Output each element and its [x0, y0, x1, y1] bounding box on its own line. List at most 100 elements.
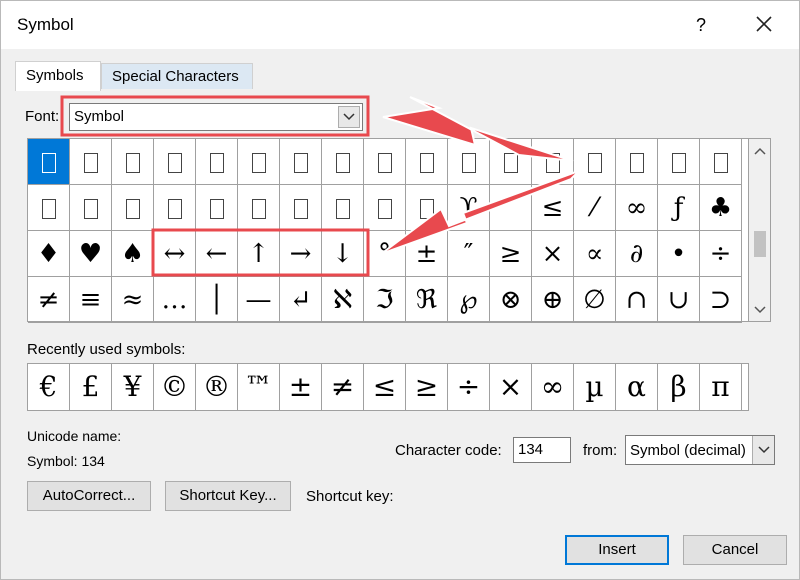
- symbol-cell[interactable]: │: [196, 277, 238, 323]
- symbol-cell[interactable]: [700, 139, 742, 185]
- symbol-cell[interactable]: [154, 185, 196, 231]
- help-button[interactable]: ?: [689, 11, 713, 39]
- symbol-cell[interactable]: [70, 139, 112, 185]
- symbol-cell[interactable]: ℘: [448, 277, 490, 323]
- symbol-cell[interactable]: [238, 185, 280, 231]
- symbol-cell[interactable]: [658, 139, 700, 185]
- chevron-down-icon[interactable]: [338, 106, 360, 128]
- symbol-cell[interactable]: ℜ: [406, 277, 448, 323]
- symbol-cell[interactable]: ′: [490, 185, 532, 231]
- symbol-cell[interactable]: ∅: [574, 277, 616, 323]
- symbol-cell[interactable]: [280, 185, 322, 231]
- shortcut-key-button[interactable]: Shortcut Key...: [165, 481, 291, 511]
- symbol-cell[interactable]: ″: [448, 231, 490, 277]
- symbol-cell[interactable]: [532, 139, 574, 185]
- symbol-cell[interactable]: [406, 139, 448, 185]
- symbol-cell[interactable]: [112, 139, 154, 185]
- recent-symbol-cell[interactable]: ©: [154, 364, 196, 410]
- symbol-cell[interactable]: ↵: [280, 277, 322, 323]
- symbol-cell[interactable]: ϒ: [448, 185, 490, 231]
- recent-symbol-cell[interactable]: ≠: [322, 364, 364, 410]
- symbol-cell[interactable]: ±: [406, 231, 448, 277]
- recent-symbol-cell[interactable]: µ: [574, 364, 616, 410]
- symbol-cell[interactable]: [196, 185, 238, 231]
- symbol-cell[interactable]: ⊕: [532, 277, 574, 323]
- symbol-cell[interactable]: ≈: [112, 277, 154, 323]
- symbol-cell[interactable]: [112, 185, 154, 231]
- symbol-cell[interactable]: [364, 185, 406, 231]
- symbol-cell[interactable]: ∪: [658, 277, 700, 323]
- symbol-cell[interactable]: [490, 139, 532, 185]
- recent-symbol-cell[interactable]: €: [28, 364, 70, 410]
- symbol-cell[interactable]: ♥: [70, 231, 112, 277]
- symbol-cell[interactable]: °: [364, 231, 406, 277]
- symbol-cell[interactable]: ∂: [616, 231, 658, 277]
- symbol-cell[interactable]: ♦: [28, 231, 70, 277]
- symbol-cell[interactable]: [238, 139, 280, 185]
- symbol-cell[interactable]: ≡: [70, 277, 112, 323]
- recent-symbol-cell[interactable]: π: [700, 364, 742, 410]
- symbol-cell[interactable]: [616, 139, 658, 185]
- symbol-cell[interactable]: [364, 139, 406, 185]
- chevron-down-icon[interactable]: [752, 436, 774, 464]
- symbol-cell[interactable]: [196, 139, 238, 185]
- tab-symbols[interactable]: Symbols: [15, 61, 101, 91]
- recent-symbol-cell[interactable]: £: [70, 364, 112, 410]
- symbol-cell[interactable]: [280, 139, 322, 185]
- recent-symbol-cell[interactable]: α: [616, 364, 658, 410]
- symbol-cell[interactable]: ×: [532, 231, 574, 277]
- symbol-cell[interactable]: ⊃: [700, 277, 742, 323]
- recent-symbol-cell[interactable]: ×: [490, 364, 532, 410]
- symbol-cell[interactable]: …: [154, 277, 196, 323]
- symbol-cell[interactable]: ⁄: [574, 185, 616, 231]
- recent-symbol-cell[interactable]: β: [658, 364, 700, 410]
- symbol-cell[interactable]: [28, 185, 70, 231]
- from-dropdown[interactable]: Symbol (decimal): [625, 435, 775, 465]
- symbol-cell[interactable]: ≤: [532, 185, 574, 231]
- symbol-cell[interactable]: [70, 185, 112, 231]
- symbol-cell[interactable]: ≥: [490, 231, 532, 277]
- symbol-cell[interactable]: [154, 139, 196, 185]
- recent-symbol-cell[interactable]: ÷: [448, 364, 490, 410]
- symbol-cell[interactable]: ∝: [574, 231, 616, 277]
- symbol-cell[interactable]: [574, 139, 616, 185]
- recent-symbol-cell[interactable]: ≥: [406, 364, 448, 410]
- symbol-cell[interactable]: [322, 185, 364, 231]
- recent-symbol-cell[interactable]: ≤: [364, 364, 406, 410]
- symbol-cell[interactable]: ∞: [616, 185, 658, 231]
- symbol-cell[interactable]: ∩: [616, 277, 658, 323]
- character-code-input[interactable]: 134: [513, 437, 571, 463]
- symbol-cell[interactable]: ƒ: [658, 185, 700, 231]
- symbol-cell[interactable]: ÷: [700, 231, 742, 277]
- recent-symbol-cell[interactable]: ®: [196, 364, 238, 410]
- scrollbar-thumb[interactable]: [754, 231, 766, 257]
- recent-symbol-cell[interactable]: ™: [238, 364, 280, 410]
- cancel-button[interactable]: Cancel: [683, 535, 787, 565]
- symbol-cell[interactable]: [322, 139, 364, 185]
- close-icon[interactable]: [749, 9, 779, 39]
- insert-button[interactable]: Insert: [565, 535, 669, 565]
- font-dropdown[interactable]: Symbol: [69, 103, 363, 131]
- symbol-cell[interactable]: •: [658, 231, 700, 277]
- symbol-cell[interactable]: ℑ: [364, 277, 406, 323]
- recent-symbol-cell[interactable]: ±: [280, 364, 322, 410]
- symbol-cell[interactable]: →: [280, 231, 322, 277]
- symbol-cell[interactable]: ♣: [700, 185, 742, 231]
- symbol-cell[interactable]: ♠: [112, 231, 154, 277]
- symbol-cell[interactable]: ℵ: [322, 277, 364, 323]
- symbol-cell[interactable]: ↑: [238, 231, 280, 277]
- symbol-cell[interactable]: [28, 139, 70, 185]
- recent-symbol-cell[interactable]: ¥: [112, 364, 154, 410]
- symbol-cell[interactable]: ←: [196, 231, 238, 277]
- symbol-cell[interactable]: ≠: [28, 277, 70, 323]
- symbol-cell[interactable]: [448, 139, 490, 185]
- symbol-cell[interactable]: —: [238, 277, 280, 323]
- recent-symbol-cell[interactable]: ∞: [532, 364, 574, 410]
- tab-special-characters[interactable]: Special Characters: [101, 63, 253, 89]
- symbol-cell[interactable]: ↓: [322, 231, 364, 277]
- symbol-cell[interactable]: ⊗: [490, 277, 532, 323]
- grid-scrollbar[interactable]: [749, 138, 771, 322]
- symbol-cell[interactable]: [406, 185, 448, 231]
- autocorrect-button[interactable]: AutoCorrect...: [27, 481, 151, 511]
- symbol-cell[interactable]: ↔: [154, 231, 196, 277]
